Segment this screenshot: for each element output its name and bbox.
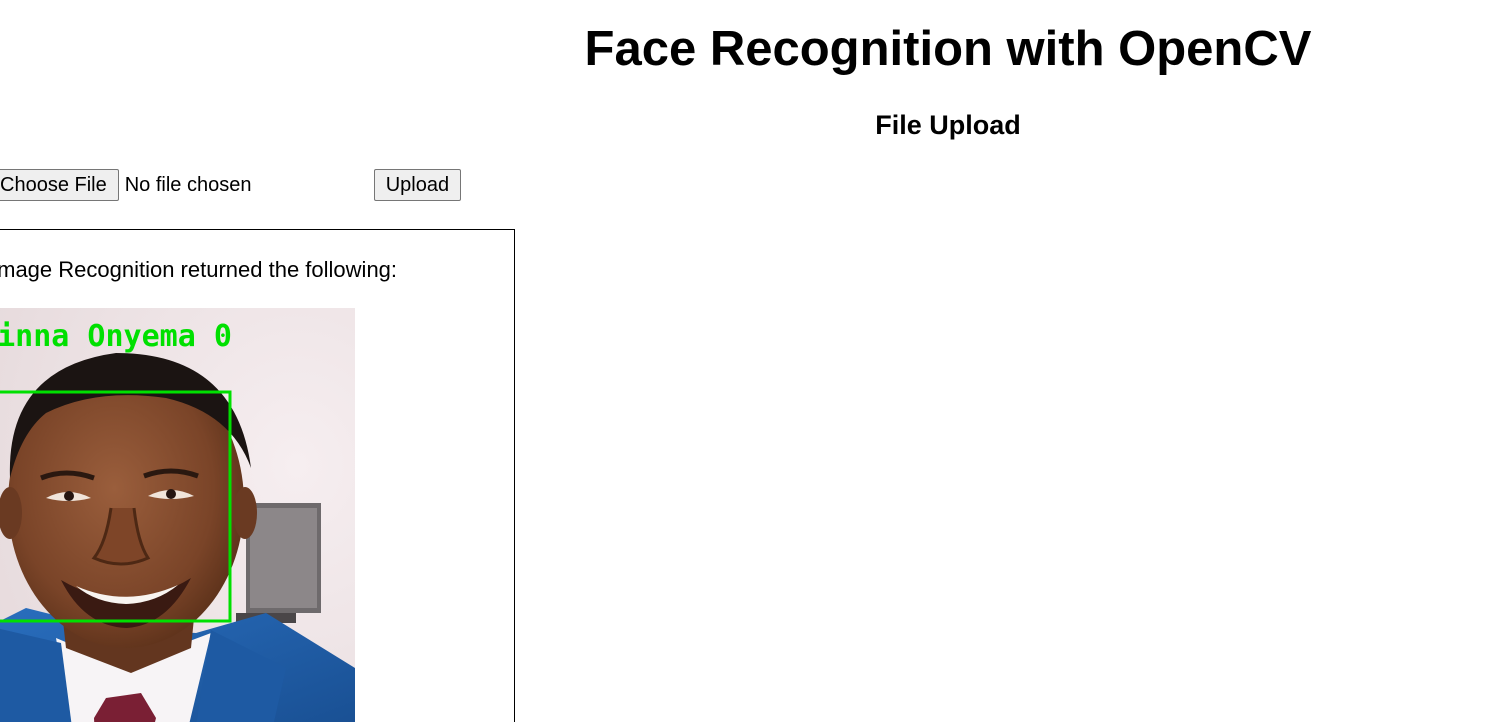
result-text: Image Recognition returned the following…: [0, 257, 398, 282]
face-label: Chinna Onyema 0: [0, 319, 232, 354]
page-title: Face Recognition with OpenCV: [584, 22, 1312, 76]
upload-button[interactable]: Upload: [373, 169, 462, 201]
result-panel: Image Recognition returned the following…: [0, 229, 515, 722]
file-status-text: No file chosen: [124, 174, 252, 196]
recognized-face-image: Chinna Onyema 0: [0, 308, 355, 722]
page-subtitle: File Upload: [875, 110, 1021, 140]
choose-file-button[interactable]: Choose File: [0, 169, 119, 201]
page: Face Recognition with OpenCV File Upload…: [0, 0, 1487, 722]
upload-form: Choose File No file chosen Upload: [0, 169, 462, 201]
